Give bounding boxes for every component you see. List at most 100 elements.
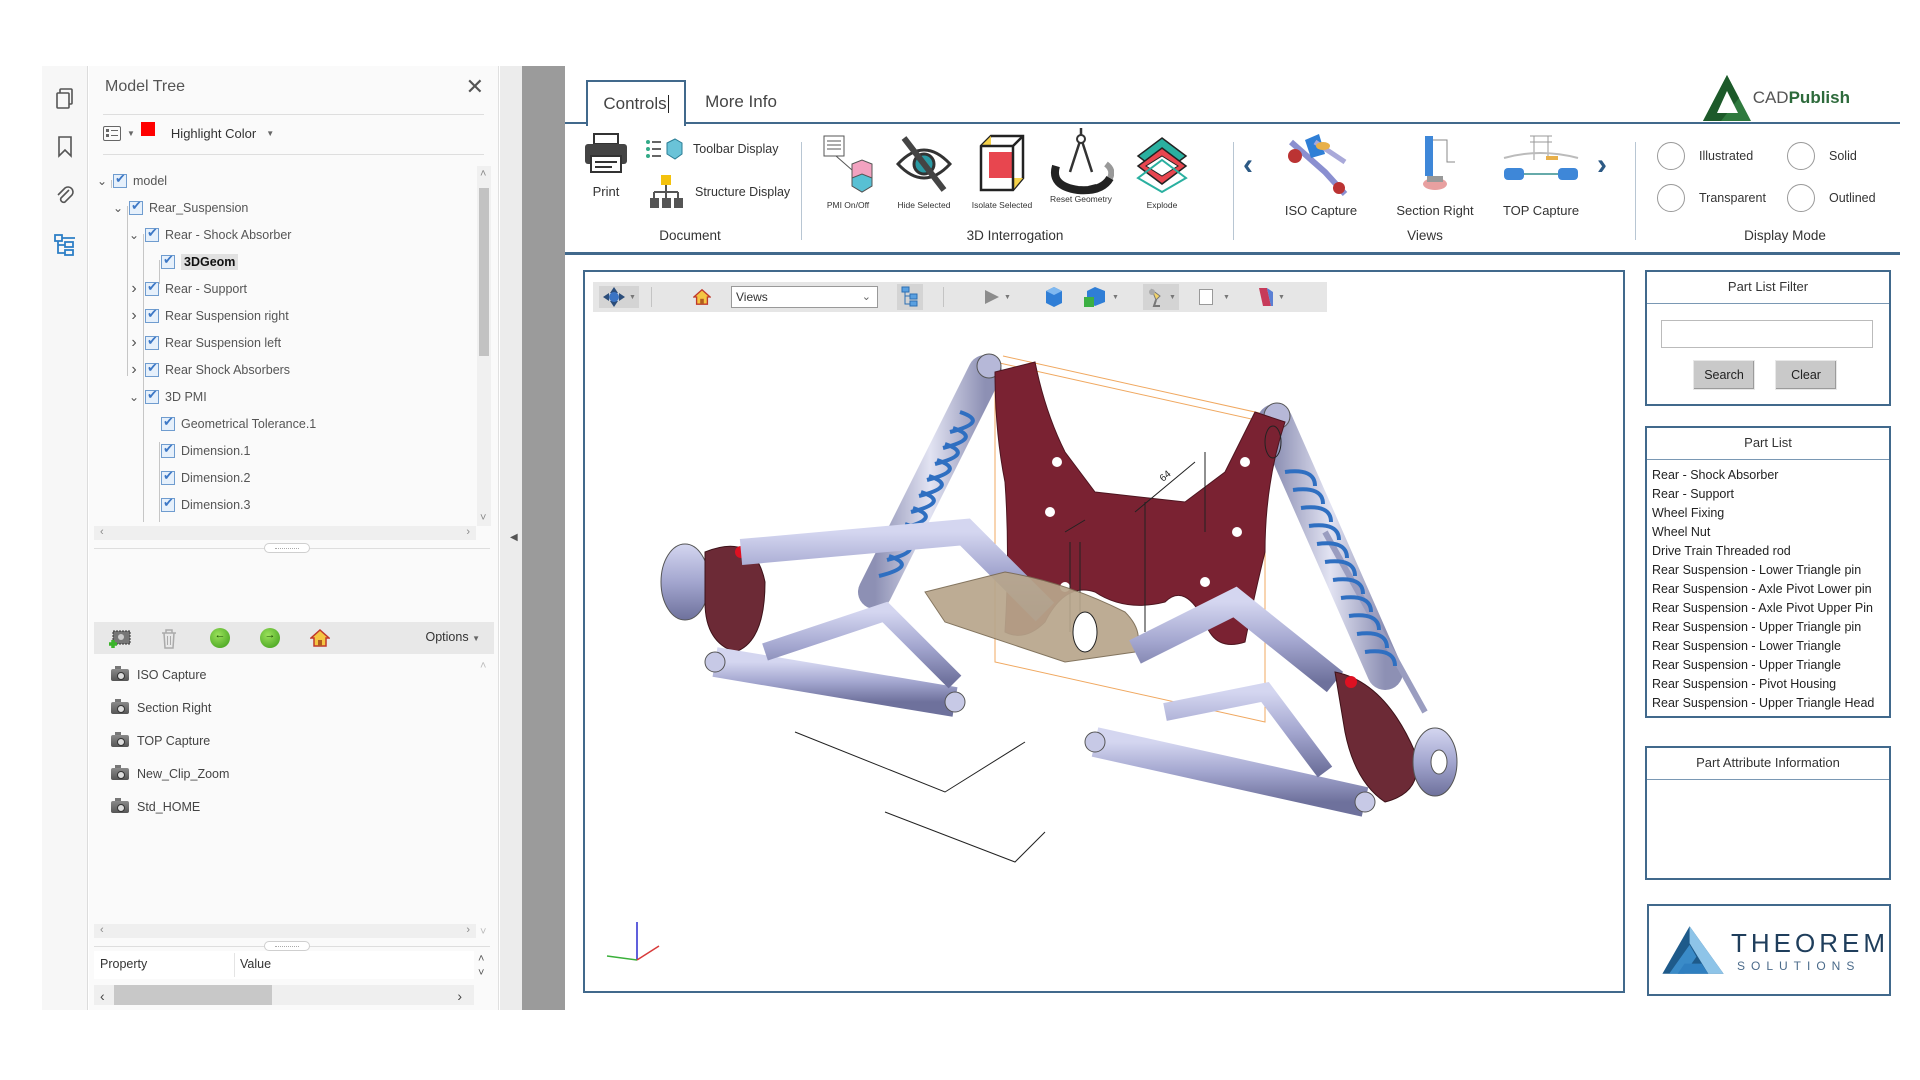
visibility-checkbox[interactable] <box>129 198 143 215</box>
bookmark-icon[interactable] <box>52 134 78 160</box>
radio-circle[interactable] <box>1657 184 1685 212</box>
part-list-item[interactable]: Rear - Support <box>1647 485 1889 504</box>
home-view-icon[interactable] <box>309 628 331 648</box>
tree-node[interactable]: ⌄ model <box>95 170 167 192</box>
cross-section-icon[interactable]: ▼ <box>1255 286 1285 308</box>
view-list-item[interactable]: ISO Capture <box>111 664 206 686</box>
view-thumb-section-right[interactable]: Section Right <box>1385 132 1485 218</box>
part-list-item[interactable]: Wheel Fixing <box>1647 504 1889 523</box>
visibility-checkbox[interactable] <box>161 414 175 431</box>
options-dropdown[interactable]: Options ▼ <box>426 630 481 644</box>
views-horizontal-scrollbar[interactable]: ‹ › <box>94 924 476 938</box>
model-tree-icon[interactable] <box>52 232 78 258</box>
chevron-right-icon[interactable]: › <box>127 361 141 379</box>
radio-circle[interactable] <box>1657 142 1685 170</box>
close-icon[interactable]: ✕ <box>466 74 484 100</box>
tab-more-info[interactable]: More Info <box>691 80 791 124</box>
scroll-thumb[interactable] <box>114 985 272 1005</box>
visibility-checkbox[interactable] <box>145 279 159 296</box>
visibility-checkbox[interactable] <box>145 333 159 350</box>
tree-node[interactable]: ⌄ Rear - Shock Absorber <box>127 224 291 246</box>
chevron-down-icon[interactable]: ▼ <box>1223 294 1230 301</box>
rotate-tool-icon[interactable]: ▼ <box>599 286 639 308</box>
tree-node[interactable]: ⌄ Rear_Suspension <box>111 197 248 219</box>
reset-geometry-button[interactable]: Reset Geometry <box>1047 126 1115 204</box>
scroll-left-icon[interactable]: ‹ <box>100 924 104 936</box>
radio-circle[interactable] <box>1787 142 1815 170</box>
scroll-right-icon[interactable]: › <box>457 988 462 1004</box>
visibility-checkbox[interactable] <box>161 441 175 458</box>
chevron-down-icon[interactable]: ▼ <box>266 129 274 138</box>
part-list-item[interactable]: Drive Train Threaded rod <box>1647 542 1889 561</box>
chevron-down-icon[interactable]: ⌄ <box>127 228 141 242</box>
part-filter-input[interactable] <box>1661 320 1873 348</box>
hide-selected-button[interactable]: Hide Selected <box>893 134 955 210</box>
part-list-item[interactable]: Rear - Shock Absorber <box>1647 466 1889 485</box>
tree-node[interactable]: › Rear Suspension right <box>127 305 288 327</box>
3d-viewport[interactable]: ▼ Views ⌄ ▼ ▼ ▼ ▼ ▼ 64 <box>583 270 1625 993</box>
properties-horizontal-scrollbar[interactable]: ‹ › <box>94 985 474 1005</box>
model-tree-toggle-icon[interactable] <box>897 284 923 310</box>
part-list-item[interactable]: Wheel Nut <box>1647 523 1889 542</box>
previous-view-icon[interactable]: ← <box>210 628 230 648</box>
part-list-item[interactable]: Rear Suspension - Upper Triangle Head <box>1647 694 1889 713</box>
chevron-down-icon[interactable]: ▼ <box>1004 294 1011 301</box>
part-list-item[interactable]: Rear Suspension - Pivot Housing <box>1647 675 1889 694</box>
chevron-right-icon[interactable]: › <box>127 334 141 352</box>
visibility-checkbox[interactable] <box>145 306 159 323</box>
chevron-down-icon[interactable]: ▼ <box>1278 294 1285 301</box>
view-thumb-iso-capture[interactable]: ISO Capture <box>1271 132 1371 218</box>
radio-outlined[interactable]: Outlined <box>1787 184 1876 212</box>
next-view-icon[interactable]: → <box>260 628 280 648</box>
toolbar-display-button[interactable]: Toolbar Display <box>645 138 778 160</box>
chevron-down-icon[interactable]: ⌄ <box>95 174 109 188</box>
radio-circle[interactable] <box>1787 184 1815 212</box>
chevron-down-icon[interactable]: ⌄ <box>127 390 141 404</box>
play-animation-icon[interactable]: ▼ <box>983 286 1011 308</box>
highlight-color-label[interactable]: Highlight Color <box>171 126 256 141</box>
scroll-thumb[interactable] <box>479 188 489 356</box>
attachment-icon[interactable] <box>52 182 78 208</box>
visibility-checkbox[interactable] <box>161 468 175 485</box>
resize-grip[interactable] <box>264 941 310 951</box>
tree-vertical-scrollbar[interactable]: ˄ ˅ <box>477 166 491 526</box>
view-list-item[interactable]: TOP Capture <box>111 730 210 752</box>
tab-controls[interactable]: Controls <box>586 80 686 126</box>
scroll-right-icon[interactable]: › <box>466 924 470 936</box>
explode-button[interactable]: Explode <box>1131 134 1193 210</box>
views-dropdown[interactable]: Views ⌄ <box>731 286 878 308</box>
part-list-item[interactable]: Rear Suspension - Axle Pivot Lower pin <box>1647 580 1889 599</box>
chevron-down-icon[interactable]: ⌄ <box>111 201 125 215</box>
radio-solid[interactable]: Solid <box>1787 142 1857 170</box>
views-next-icon[interactable]: › <box>1597 148 1607 182</box>
chevron-down-icon[interactable]: ▼ <box>1112 294 1119 301</box>
part-list-item[interactable]: Rear Suspension - Lower Triangle <box>1647 637 1889 656</box>
part-list-item[interactable]: Rear Suspension - Upper Triangle <box>1647 656 1889 675</box>
delete-view-icon[interactable] <box>159 628 179 649</box>
tree-horizontal-scrollbar[interactable]: ‹ › <box>94 526 476 540</box>
chevron-right-icon[interactable]: › <box>127 280 141 298</box>
structure-display-button[interactable]: Structure Display <box>649 174 790 210</box>
print-button[interactable]: Print <box>577 132 635 199</box>
chevron-down-icon[interactable]: ▼ <box>127 129 135 138</box>
visibility-checkbox[interactable] <box>145 225 159 242</box>
tree-node[interactable]: › Rear - Support <box>127 278 247 300</box>
views-vertical-scrollbar[interactable]: ˄ ˅ <box>477 658 491 940</box>
list-options-icon[interactable] <box>103 125 121 141</box>
scroll-up-icon[interactable]: ˄ <box>480 660 486 672</box>
home-icon[interactable] <box>693 286 711 308</box>
scroll-up-icon[interactable]: ˄ <box>478 953 484 965</box>
add-view-icon[interactable] <box>108 628 131 648</box>
radio-illustrated[interactable]: Illustrated <box>1657 142 1753 170</box>
clear-button[interactable]: Clear <box>1775 360 1837 390</box>
view-list-item[interactable]: Std_HOME <box>111 796 200 818</box>
suspension-3d-model[interactable]: 64 <box>625 352 1625 912</box>
tree-node[interactable]: › Rear Suspension left <box>127 332 281 354</box>
collapse-panel-icon[interactable]: ◀ <box>510 532 518 543</box>
tree-node[interactable]: 3DGeom <box>143 251 239 273</box>
scroll-down-icon[interactable]: ˅ <box>480 926 486 938</box>
view-thumb-top-capture[interactable]: TOP Capture <box>1491 132 1591 218</box>
isolate-selected-button[interactable]: Isolate Selected <box>971 134 1033 210</box>
scroll-right-icon[interactable]: › <box>466 526 470 538</box>
visibility-checkbox[interactable] <box>145 360 159 377</box>
